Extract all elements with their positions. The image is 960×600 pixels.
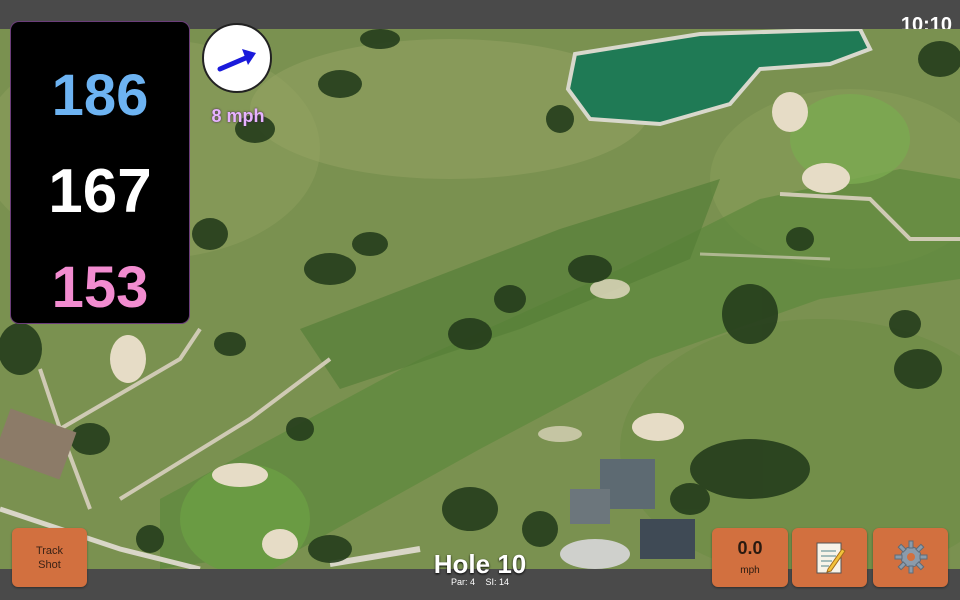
hole-title: Hole 10 xyxy=(433,549,527,579)
wind-speed-label: 8 mph xyxy=(211,106,265,126)
distance-front: 153 xyxy=(51,255,149,320)
notepad-icon xyxy=(816,542,846,574)
distance-back: 186 xyxy=(51,63,149,128)
gear-icon xyxy=(894,540,928,574)
wind-speed-button[interactable]: 0.0 mph xyxy=(712,528,788,587)
notes-button[interactable] xyxy=(792,528,867,587)
track-shot-button[interactable]: Track Shot xyxy=(12,528,87,587)
settings-button[interactable] xyxy=(873,528,948,587)
hole-par: Par: 4 xyxy=(450,577,475,587)
wind-value: 0.0 xyxy=(737,538,763,558)
distance-panel: 186 167 153 xyxy=(11,22,189,323)
wind-unit: mph xyxy=(740,565,760,576)
arrow-icon xyxy=(217,49,256,72)
wind-direction-dial xyxy=(202,23,272,93)
hole-stroke-index: SI: 14 xyxy=(485,577,510,587)
distance-middle: 167 xyxy=(48,157,152,226)
hole-info: Par: 4 SI: 14 xyxy=(380,577,580,587)
track-shot-label: Track Shot xyxy=(35,545,64,571)
